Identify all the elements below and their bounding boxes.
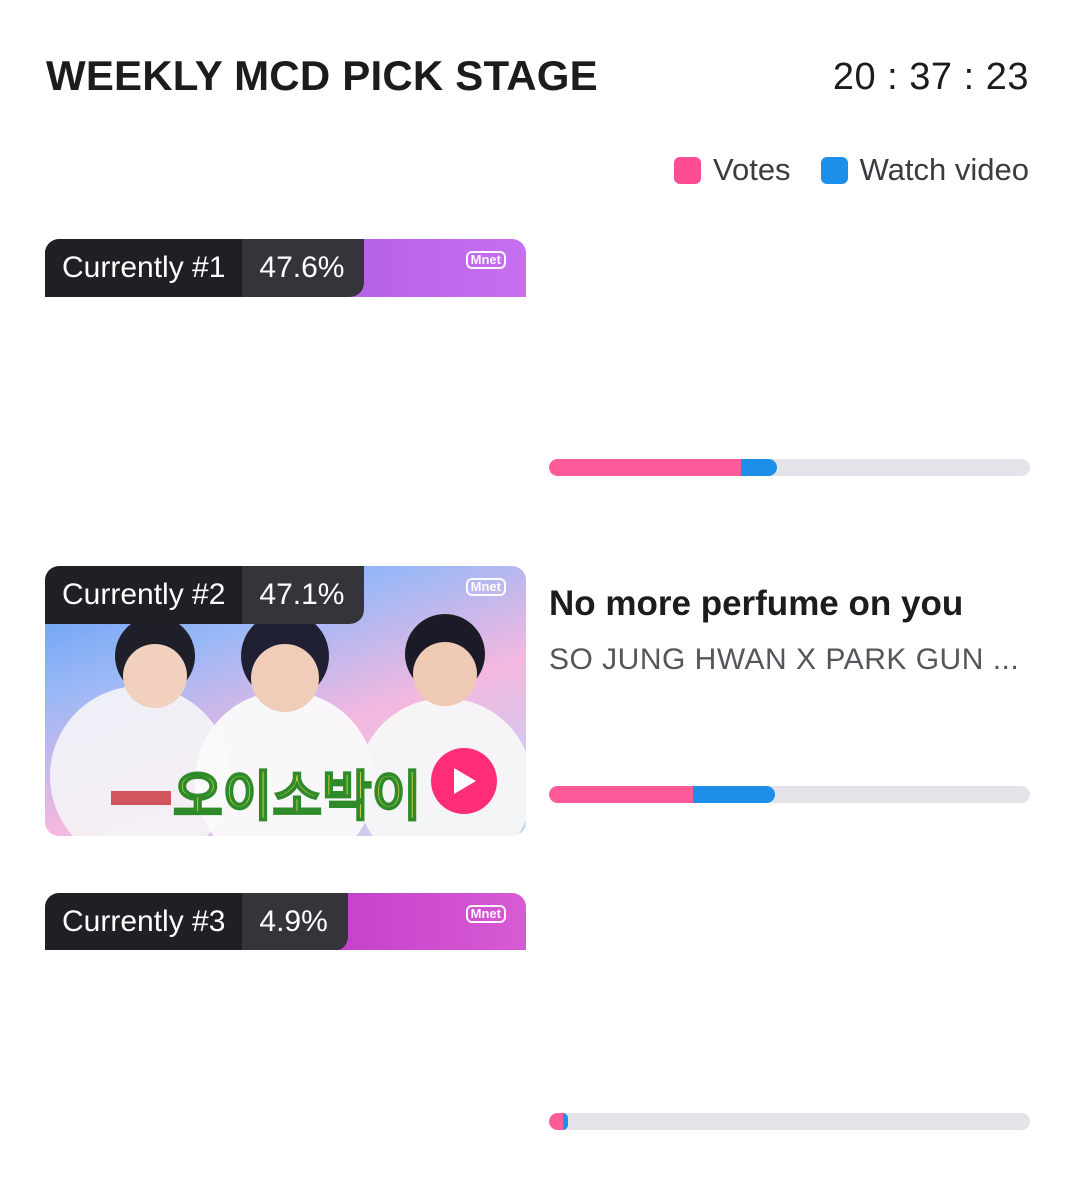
- legend-watch: Watch video: [820, 152, 1029, 188]
- percent-label: 4.9%: [242, 893, 348, 950]
- countdown-timer: 20 : 37 : 23: [832, 56, 1029, 98]
- mnet-logo: Mnet: [465, 251, 506, 269]
- caption-text: 오이소박이: [172, 764, 422, 829]
- percent-label: 47.6%: [242, 239, 365, 297]
- rank-label: Currently #1: [45, 239, 243, 297]
- watch-label: Watch video: [859, 152, 1029, 187]
- watch-fill: [741, 459, 778, 476]
- votes-fill: [549, 1113, 564, 1130]
- entry-1-thumbnail[interactable]: Currently #1 47.6% Mnet: [45, 239, 526, 297]
- percent-label: 47.1%: [242, 566, 365, 624]
- entry-3-progress-bar: [549, 1113, 1030, 1130]
- watch-fill: [693, 786, 776, 803]
- mnet-logo-text: Mnet: [465, 905, 506, 923]
- entry-2-progress-bar: [549, 786, 1030, 803]
- play-button[interactable]: [431, 748, 497, 814]
- mnet-logo: Mnet: [465, 578, 506, 596]
- votes-fill: [549, 459, 742, 476]
- page-title: WEEKLY MCD PICK STAGE: [46, 52, 598, 99]
- song-title[interactable]: No more perfume on you: [549, 584, 963, 624]
- legend: Votes Watch video: [674, 152, 1029, 188]
- rank-label: Currently #3: [45, 893, 243, 950]
- entry-1-progress-bar: [549, 459, 1030, 476]
- votes-swatch: [674, 156, 701, 184]
- rank-badge: Currently #1 47.6%: [45, 239, 365, 297]
- rank-badge: Currently #2 47.1%: [45, 566, 365, 624]
- watch-fill: [563, 1113, 569, 1130]
- rank-label: Currently #2: [45, 566, 243, 624]
- mnet-logo-text: Mnet: [465, 578, 506, 596]
- legend-votes: Votes: [674, 152, 791, 188]
- mnet-logo: Mnet: [465, 905, 506, 923]
- entry-2-thumbnail[interactable]: 오이소박이 Currently #2 47.1% Mnet: [45, 566, 526, 836]
- mnet-logo-text: Mnet: [465, 251, 506, 269]
- watch-swatch: [820, 156, 848, 184]
- artist-name: SO JUNG HWAN X PARK GUN ...: [549, 643, 1020, 676]
- votes-fill: [549, 786, 694, 803]
- play-icon: [454, 768, 476, 794]
- rank-badge: Currently #3 4.9%: [45, 893, 348, 950]
- votes-label: Votes: [713, 152, 791, 187]
- entry-3-thumbnail[interactable]: Currently #3 4.9% Mnet: [45, 893, 526, 950]
